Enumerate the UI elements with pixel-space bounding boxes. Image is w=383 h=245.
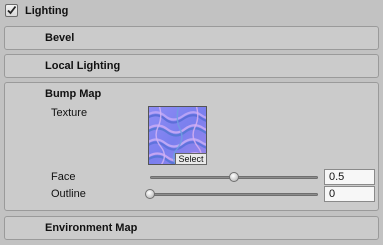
- lighting-label: Lighting: [25, 5, 69, 17]
- outline-label: Outline: [51, 188, 86, 200]
- lighting-header: Lighting: [0, 0, 383, 24]
- environment-map-section[interactable]: Environment Map: [4, 216, 379, 240]
- outline-slider-thumb[interactable]: [145, 189, 155, 199]
- texture-label: Texture: [51, 107, 88, 119]
- environment-map-title: Environment Map: [45, 222, 138, 234]
- checkmark-icon: [7, 5, 17, 15]
- face-slider-thumb[interactable]: [229, 172, 239, 182]
- local-lighting-section[interactable]: Local Lighting: [4, 54, 379, 78]
- outline-slider-track[interactable]: [150, 193, 318, 196]
- face-value-field[interactable]: 0.5: [324, 169, 375, 185]
- select-texture-button[interactable]: Select: [175, 153, 207, 165]
- lighting-checkbox[interactable]: [5, 4, 18, 17]
- bevel-section[interactable]: Bevel: [4, 26, 379, 50]
- bevel-title: Bevel: [45, 32, 75, 44]
- local-lighting-title: Local Lighting: [45, 60, 121, 72]
- face-label: Face: [51, 171, 76, 183]
- bump-map-title[interactable]: Bump Map: [45, 88, 101, 100]
- outline-value-field[interactable]: 0: [324, 186, 375, 202]
